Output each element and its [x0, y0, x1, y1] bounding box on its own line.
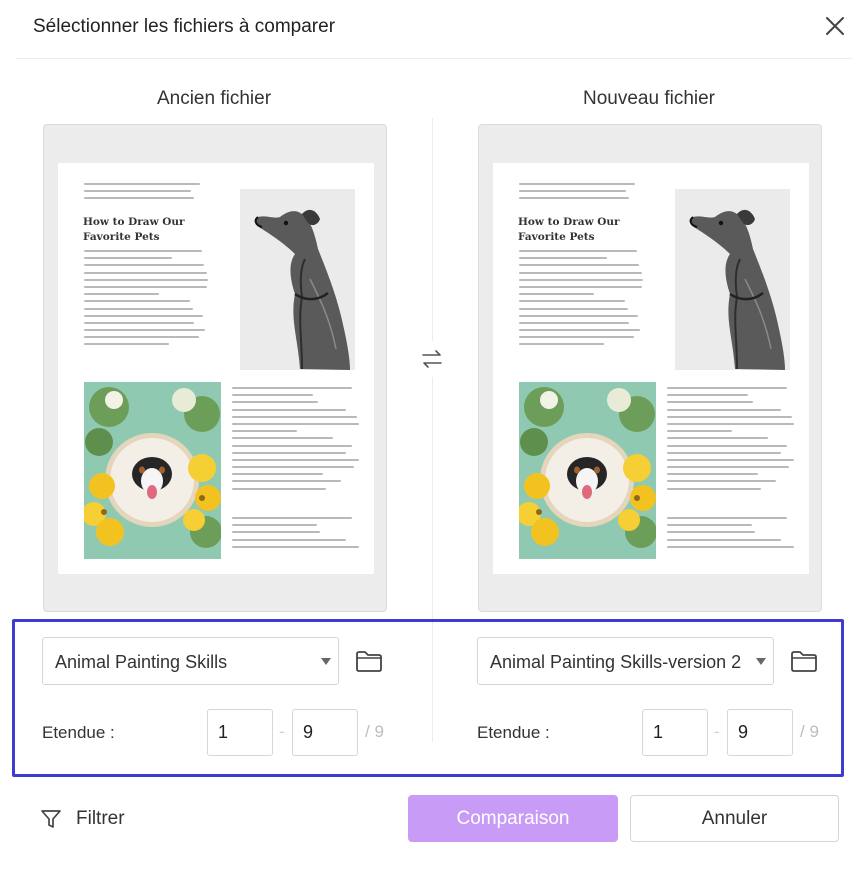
- old-range-label: Etendue :: [42, 723, 115, 742]
- old-file-preview: How to Draw Our Favorite Pets: [43, 124, 387, 612]
- preview-text-block: [667, 517, 797, 553]
- new-file-title: Nouveau fichier: [582, 88, 716, 109]
- new-file-select[interactable]: Animal Painting Skills-version 2: [477, 637, 774, 685]
- preview-text-block: [84, 250, 209, 351]
- preview-text-block: [84, 183, 206, 205]
- old-file-select[interactable]: Animal Painting Skills: [42, 637, 339, 685]
- dog-sketch-image: [240, 189, 355, 370]
- cancel-button[interactable]: Annuler: [630, 795, 839, 842]
- new-range-label: Etendue :: [477, 723, 550, 742]
- dog-embroidery-image: [519, 382, 656, 559]
- filter-button[interactable]: Filtrer: [40, 806, 125, 832]
- old-file-page-thumbnail: How to Draw Our Favorite Pets: [58, 163, 374, 574]
- swap-arrows-icon[interactable]: [414, 341, 450, 377]
- new-total-pages: / 9: [800, 722, 819, 741]
- old-range-to-input[interactable]: [292, 709, 358, 756]
- preview-text-block: [232, 387, 362, 495]
- chevron-down-icon: [321, 658, 331, 665]
- dialog-title: Sélectionner les fichiers à comparer: [33, 16, 336, 37]
- dog-embroidery-image: [84, 382, 221, 559]
- preview-text-block: [232, 517, 362, 553]
- compare-button[interactable]: Comparaison: [408, 795, 618, 842]
- new-file-page-thumbnail: How to Draw Our Favorite Pets: [493, 163, 809, 574]
- old-total-pages: / 9: [365, 722, 384, 741]
- new-file-preview: How to Draw Our Favorite Pets: [478, 124, 822, 612]
- close-icon[interactable]: [822, 13, 848, 39]
- folder-icon[interactable]: [789, 647, 819, 675]
- preview-text-block: [667, 387, 797, 495]
- old-file-title: Ancien fichier: [156, 88, 272, 109]
- chevron-down-icon: [756, 658, 766, 665]
- new-range-from-input[interactable]: [642, 709, 708, 756]
- old-range-dash: -: [279, 722, 285, 741]
- old-file-name: Animal Painting Skills: [55, 652, 228, 672]
- dog-sketch-image: [675, 189, 790, 370]
- preview-text-block: [519, 183, 641, 205]
- filter-label: Filtrer: [76, 808, 125, 829]
- new-range-to-input[interactable]: [727, 709, 793, 756]
- new-file-name: Animal Painting Skills-version 2: [490, 652, 742, 672]
- filter-funnel-icon: [41, 810, 61, 828]
- old-range-from-input[interactable]: [207, 709, 273, 756]
- preview-heading: How to Draw Our Favorite Pets: [83, 216, 185, 243]
- title-divider: [16, 58, 852, 59]
- new-range-dash: -: [714, 722, 720, 741]
- preview-text-block: [519, 250, 644, 351]
- preview-heading: How to Draw Our Favorite Pets: [518, 216, 620, 243]
- folder-icon[interactable]: [354, 647, 384, 675]
